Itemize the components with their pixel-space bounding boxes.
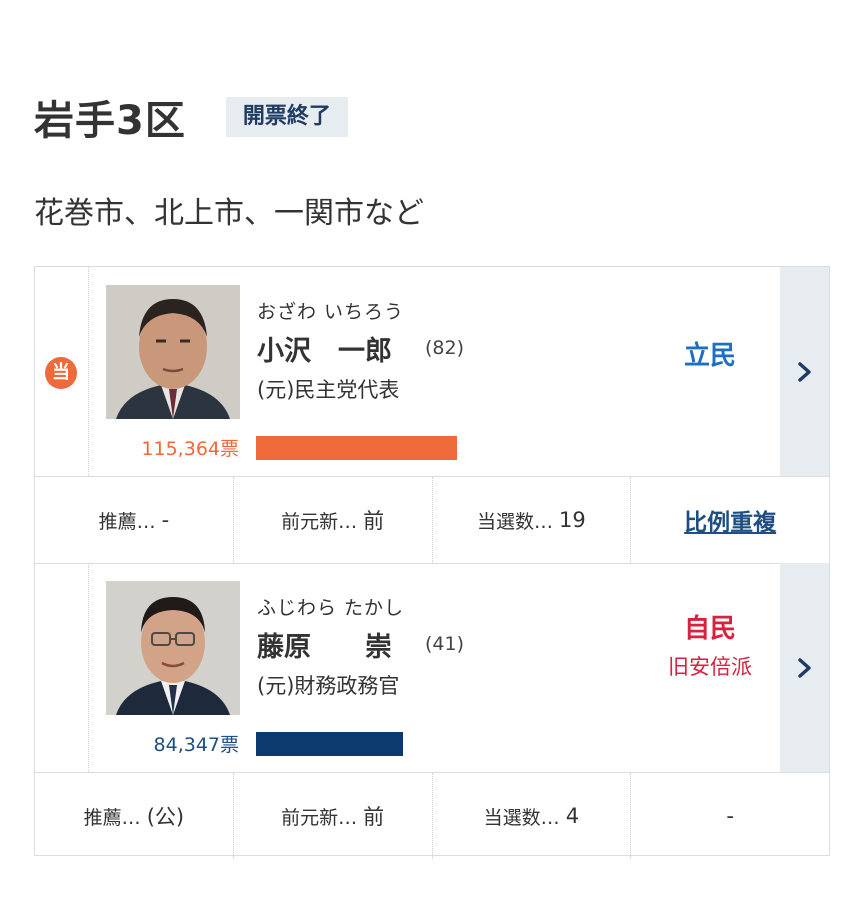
detail-chevron-button[interactable] [780, 267, 829, 476]
candidate-details-row: 推薦… - 前元新… 前 当選数… 19 比例重複 [35, 477, 829, 564]
candidate-photo [106, 285, 240, 419]
wins-label: 当選数… [483, 806, 560, 829]
candidate-party: 立民 [683, 341, 736, 371]
endorsement-label: 推薦… [98, 510, 156, 533]
wins-label: 当選数… [477, 510, 554, 533]
endorsement-value: (公) [146, 805, 185, 829]
candidate-age: (82) [425, 337, 465, 359]
candidate-name: 藤原 崇 [257, 632, 392, 663]
candidate-faction: 旧安倍派 [668, 655, 752, 679]
endorsement-cell: 推薦… (公) [35, 773, 234, 859]
candidate-age: (41) [425, 633, 465, 655]
candidate-name: 小沢 一郎 [257, 336, 392, 367]
winner-badge-icon: 当 [45, 357, 77, 389]
wins-cell: 当選数… 4 [433, 773, 632, 859]
vote-bar [256, 732, 403, 756]
wins-cell: 当選数… 19 [433, 477, 632, 563]
candidate-row[interactable]: 当 115,364票 おざわ いちろう 小沢 一郎 (82) (元)民主党代表 … [35, 267, 829, 477]
incumbency-cell: 前元新… 前 [234, 477, 433, 563]
incumbency-cell: 前元新… 前 [234, 773, 433, 859]
winner-marker-cell: 当 [35, 267, 89, 476]
chevron-right-icon [797, 657, 811, 678]
candidate-details-row: 推薦… (公) 前元新… 前 当選数… 4 - [35, 773, 829, 859]
candidate-row[interactable]: 84,347票 ふじわら たかし 藤原 崇 (41) (元)財務政務官 自民 旧… [35, 563, 829, 773]
detail-chevron-button[interactable] [780, 563, 829, 772]
candidate-kana: ふじわら たかし [257, 597, 405, 619]
proportional-cell: 比例重複 [631, 477, 829, 563]
district-area: 花巻市、北上市、一関市など [34, 196, 424, 231]
district-title: 岩手3区 [34, 98, 186, 144]
winner-marker-cell [35, 563, 89, 772]
proportional-cell: - [631, 773, 829, 859]
wins-value: 4 [565, 804, 580, 828]
incumbency-label: 前元新… [281, 510, 358, 533]
wins-value: 19 [559, 508, 586, 532]
counting-status-badge: 開票終了 [225, 97, 348, 137]
proportional-value: - [726, 804, 734, 828]
endorsement-cell: 推薦… - [35, 477, 234, 563]
district-header: 岩手3区 開票終了 [34, 88, 348, 146]
endorsement-label: 推薦… [83, 806, 141, 829]
vote-bar [256, 436, 457, 460]
candidate-title: (元)財務政務官 [257, 674, 400, 698]
incumbency-label: 前元新… [281, 806, 358, 829]
incumbency-value: 前 [363, 509, 385, 533]
endorsement-value: - [161, 508, 170, 532]
incumbency-value: 前 [363, 805, 385, 829]
candidate-kana: おざわ いちろう [257, 301, 405, 323]
candidate-title: (元)民主党代表 [257, 378, 400, 402]
vote-count: 84,347票 [153, 734, 239, 756]
chevron-right-icon [797, 361, 811, 382]
vote-count: 115,364票 [141, 438, 239, 460]
proportional-duplicate-link[interactable]: 比例重複 [684, 503, 776, 537]
candidate-party: 自民 [683, 614, 736, 644]
results-table: 当 115,364票 おざわ いちろう 小沢 一郎 (82) (元)民主党代表 … [34, 266, 830, 859]
candidate-photo [106, 581, 240, 715]
